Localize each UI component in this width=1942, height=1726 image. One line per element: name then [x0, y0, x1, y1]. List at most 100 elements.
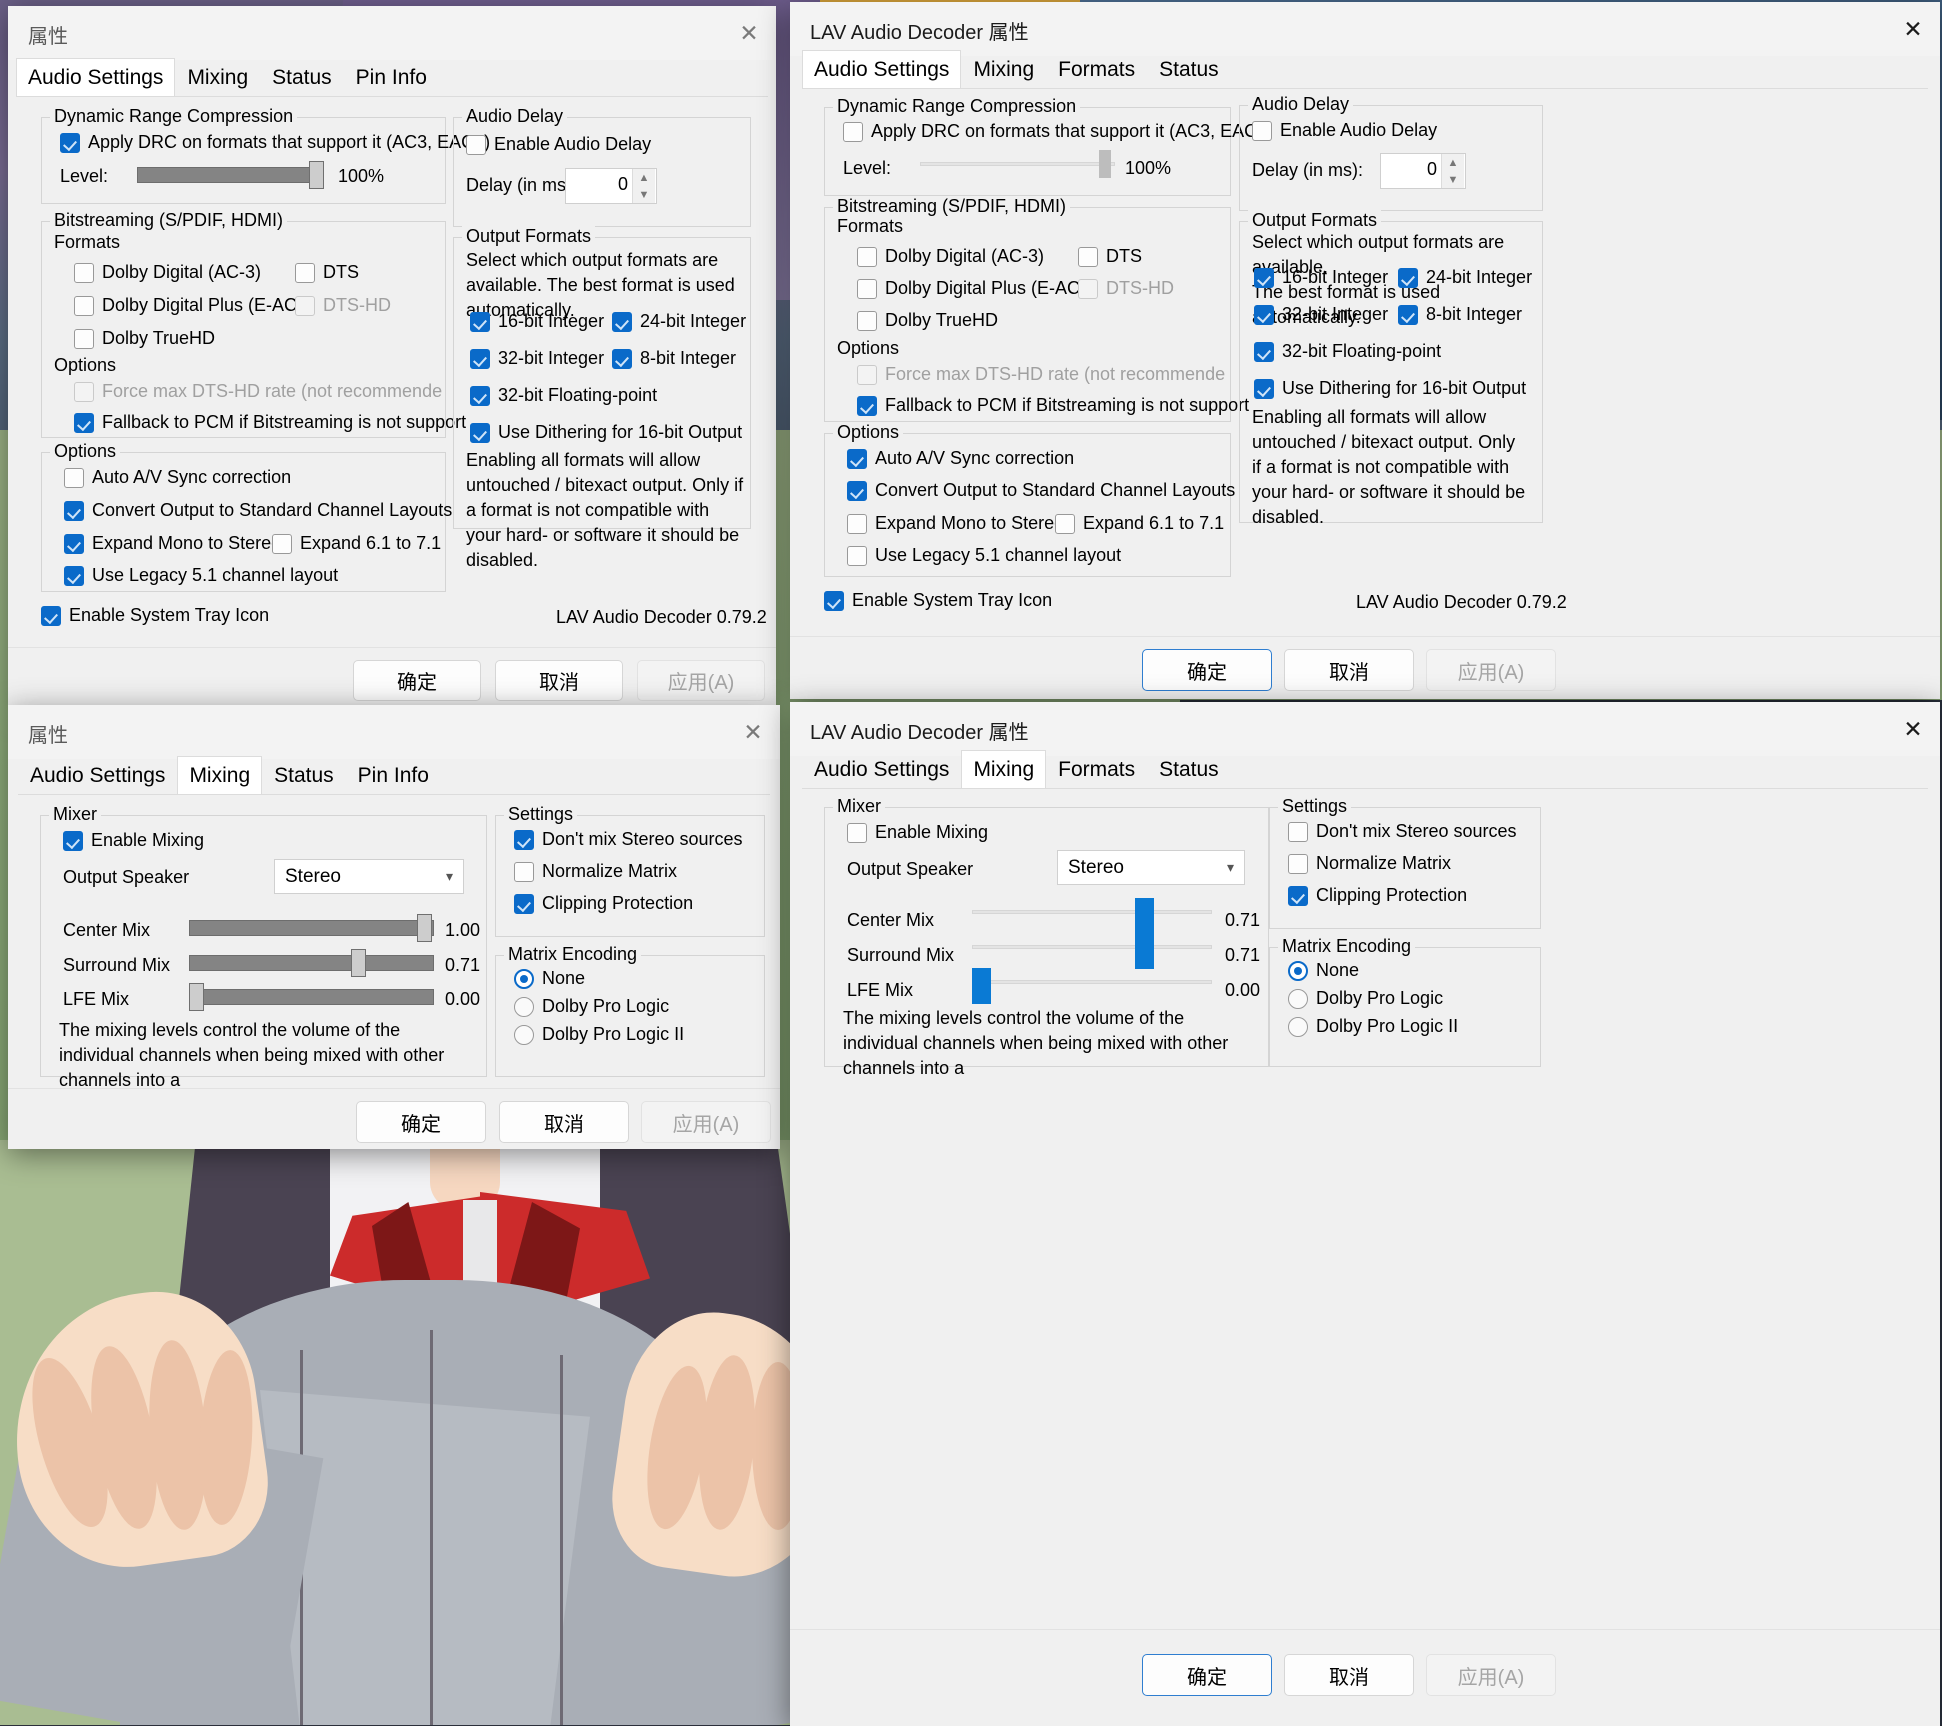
checkbox-32-bit-integer[interactable]: 32-bit Integer — [1254, 304, 1388, 325]
checkbox-dolby-digital-plus-eac3[interactable]: Dolby Digital Plus (E-AC3) — [857, 278, 1096, 299]
checkbox-normalize-matrix[interactable]: Normalize Matrix — [514, 861, 677, 882]
delay-input[interactable]: 0 ▲ ▼ — [565, 168, 657, 204]
checkbox-dts[interactable]: DTS — [295, 262, 359, 283]
checkbox-auto-av-sync-correction[interactable]: Auto A/V Sync correction — [64, 467, 291, 488]
checkbox-clipping-protection[interactable]: Clipping Protection — [514, 893, 693, 914]
checkbox-8-bit-integer[interactable]: 8-bit Integer — [612, 348, 736, 369]
tab-audio-settings[interactable]: Audio Settings — [18, 756, 177, 797]
checkbox-32-bit-integer[interactable]: 32-bit Integer — [470, 348, 604, 369]
checkbox-apply-drc[interactable]: Apply DRC on formats that support it (AC… — [843, 121, 1273, 142]
checkbox-16-bit-integer[interactable]: 16-bit Integer — [1254, 267, 1388, 288]
checkbox-use-legacy-51-channel-layout[interactable]: Use Legacy 5.1 channel layout — [64, 565, 338, 586]
ok-button[interactable]: 确定 — [353, 660, 481, 701]
checkbox-enable-audio-delay[interactable]: Enable Audio Delay — [466, 134, 651, 155]
checkbox-dolby-truehd[interactable]: Dolby TrueHD — [857, 310, 998, 331]
radio-none[interactable]: None — [514, 968, 585, 989]
ok-button[interactable]: 确定 — [1142, 1654, 1272, 1696]
checkbox-dont-mix-stereo-sources[interactable]: Don't mix Stereo sources — [1288, 821, 1517, 842]
checkbox-enable-system-tray-icon[interactable]: Enable System Tray Icon — [824, 590, 1052, 611]
chevron-down-icon: ▾ — [1226, 859, 1234, 875]
tab-mixing[interactable]: Mixing — [961, 50, 1046, 91]
checkbox-expand-mono-to-stereo[interactable]: Expand Mono to Stereo — [847, 513, 1064, 534]
checkbox-use-dithering-16-bit-output[interactable]: Use Dithering for 16-bit Output — [1254, 378, 1526, 399]
ok-button[interactable]: 确定 — [1142, 649, 1272, 691]
spinner-down-icon[interactable]: ▼ — [632, 186, 655, 203]
checkbox-dolby-truehd[interactable]: Dolby TrueHD — [74, 328, 215, 349]
checkbox-clipping-protection[interactable]: Clipping Protection — [1288, 885, 1467, 906]
radio-dolby-pro-logic[interactable]: Dolby Pro Logic — [1288, 988, 1443, 1009]
checkbox-dolby-digital-ac3[interactable]: Dolby Digital (AC-3) — [857, 246, 1044, 267]
checkbox-expand-61-to-71[interactable]: Expand 6.1 to 7.1 — [272, 533, 441, 554]
drc-level-value: 100% — [1125, 158, 1172, 178]
tab-pin-info[interactable]: Pin Info — [344, 58, 439, 99]
checkbox-32-bit-floating-point[interactable]: 32-bit Floating-point — [470, 385, 657, 406]
checkbox-24-bit-integer[interactable]: 24-bit Integer — [1398, 267, 1532, 288]
cancel-button[interactable]: 取消 — [495, 660, 623, 701]
checkbox-enable-audio-delay[interactable]: Enable Audio Delay — [1252, 120, 1437, 141]
tab-formats[interactable]: Formats — [1046, 50, 1147, 91]
radio-dolby-pro-logic-ii[interactable]: Dolby Pro Logic II — [1288, 1016, 1458, 1037]
checkbox-32-bit-floating-point[interactable]: 32-bit Floating-point — [1254, 341, 1441, 362]
tab-pin-info[interactable]: Pin Info — [346, 756, 441, 797]
apply-button: 应用(A) — [1426, 1654, 1556, 1696]
checkbox-apply-drc[interactable]: Apply DRC on formats that support it (AC… — [60, 132, 490, 153]
center-mix-value: 0.71 — [1225, 910, 1261, 930]
checkbox-enable-system-tray-icon[interactable]: Enable System Tray Icon — [41, 605, 269, 626]
spinner-down-icon[interactable]: ▼ — [1441, 171, 1464, 188]
checkbox-normalize-matrix[interactable]: Normalize Matrix — [1288, 853, 1451, 874]
tab-status[interactable]: Status — [1147, 50, 1231, 91]
output-speaker-select[interactable]: Stereo ▾ — [274, 859, 464, 894]
checkbox-8-bit-integer[interactable]: 8-bit Integer — [1398, 304, 1522, 325]
checkbox-fallback-to-pcm[interactable]: Fallback to PCM if Bitstreaming is not s… — [857, 395, 1249, 416]
tab-audio-settings[interactable]: Audio Settings — [802, 750, 961, 791]
tab-mixing[interactable]: Mixing — [961, 750, 1047, 792]
checkbox-dolby-digital-plus-eac3[interactable]: Dolby Digital Plus (E-AC3) — [74, 295, 313, 316]
tab-status[interactable]: Status — [260, 58, 344, 99]
checkbox-16-bit-integer[interactable]: 16-bit Integer — [470, 311, 604, 332]
group-legend: Output Formats — [462, 226, 596, 247]
checkbox-expand-mono-to-stereo[interactable]: Expand Mono to Stereo — [64, 533, 281, 554]
tab-formats[interactable]: Formats — [1046, 750, 1147, 791]
checkbox-dts[interactable]: DTS — [1078, 246, 1142, 267]
cancel-button[interactable]: 取消 — [499, 1101, 629, 1143]
cancel-button[interactable]: 取消 — [1284, 1654, 1414, 1696]
checkbox-dont-mix-stereo-sources[interactable]: Don't mix Stereo sources — [514, 829, 743, 850]
checkbox-use-legacy-51-channel-layout[interactable]: Use Legacy 5.1 channel layout — [847, 545, 1121, 566]
ok-button[interactable]: 确定 — [356, 1101, 486, 1143]
delay-input[interactable]: 0 ▲ ▼ — [1380, 153, 1466, 189]
close-icon[interactable]: ✕ — [1886, 2, 1940, 56]
tab-status[interactable]: Status — [1147, 750, 1231, 791]
tab-audio-settings[interactable]: Audio Settings — [16, 58, 176, 100]
radio-dolby-pro-logic-ii[interactable]: Dolby Pro Logic II — [514, 1024, 684, 1045]
cancel-button[interactable]: 取消 — [1284, 649, 1414, 691]
output-speaker-value: Stereo — [1068, 856, 1124, 878]
titlebar: LAV Audio Decoder 属性 ✕ — [790, 2, 1940, 56]
checkbox-convert-output-standard-channel-layouts[interactable]: Convert Output to Standard Channel Layou… — [847, 480, 1235, 501]
output-speaker-select[interactable]: Stereo ▾ — [1057, 850, 1245, 885]
radio-dolby-pro-logic[interactable]: Dolby Pro Logic — [514, 996, 669, 1017]
checkbox-dolby-digital-ac3[interactable]: Dolby Digital (AC-3) — [74, 262, 261, 283]
checkbox-fallback-to-pcm[interactable]: Fallback to PCM if Bitstreaming is not s… — [74, 412, 466, 433]
tab-mixing[interactable]: Mixing — [177, 756, 263, 798]
checkbox-24-bit-integer[interactable]: 24-bit Integer — [612, 311, 746, 332]
radio-none[interactable]: None — [1288, 960, 1359, 981]
group-legend: Settings — [504, 804, 578, 825]
drc-level-label: Level: — [60, 166, 109, 186]
close-icon[interactable]: ✕ — [722, 6, 776, 60]
spinner-up-icon[interactable]: ▲ — [632, 169, 655, 186]
checkbox-dts-hd: DTS-HD — [1078, 278, 1174, 299]
group-options: Options Auto A/V Sync correction Convert… — [41, 441, 452, 592]
spinner-up-icon[interactable]: ▲ — [1441, 154, 1464, 171]
tab-mixing[interactable]: Mixing — [175, 58, 260, 99]
checkbox-convert-output-standard-channel-layouts[interactable]: Convert Output to Standard Channel Layou… — [64, 500, 452, 521]
checkbox-enable-mixing[interactable]: Enable Mixing — [63, 830, 204, 851]
group-legend: Dynamic Range Compression — [833, 96, 1081, 117]
close-icon[interactable]: ✕ — [1886, 702, 1940, 756]
close-icon[interactable]: ✕ — [726, 705, 780, 759]
checkbox-expand-61-to-71[interactable]: Expand 6.1 to 7.1 — [1055, 513, 1224, 534]
checkbox-use-dithering-16-bit-output[interactable]: Use Dithering for 16-bit Output — [470, 422, 742, 443]
tab-audio-settings[interactable]: Audio Settings — [802, 50, 962, 92]
tab-status[interactable]: Status — [262, 756, 346, 797]
checkbox-auto-av-sync-correction[interactable]: Auto A/V Sync correction — [847, 448, 1074, 469]
checkbox-enable-mixing[interactable]: Enable Mixing — [847, 822, 988, 843]
